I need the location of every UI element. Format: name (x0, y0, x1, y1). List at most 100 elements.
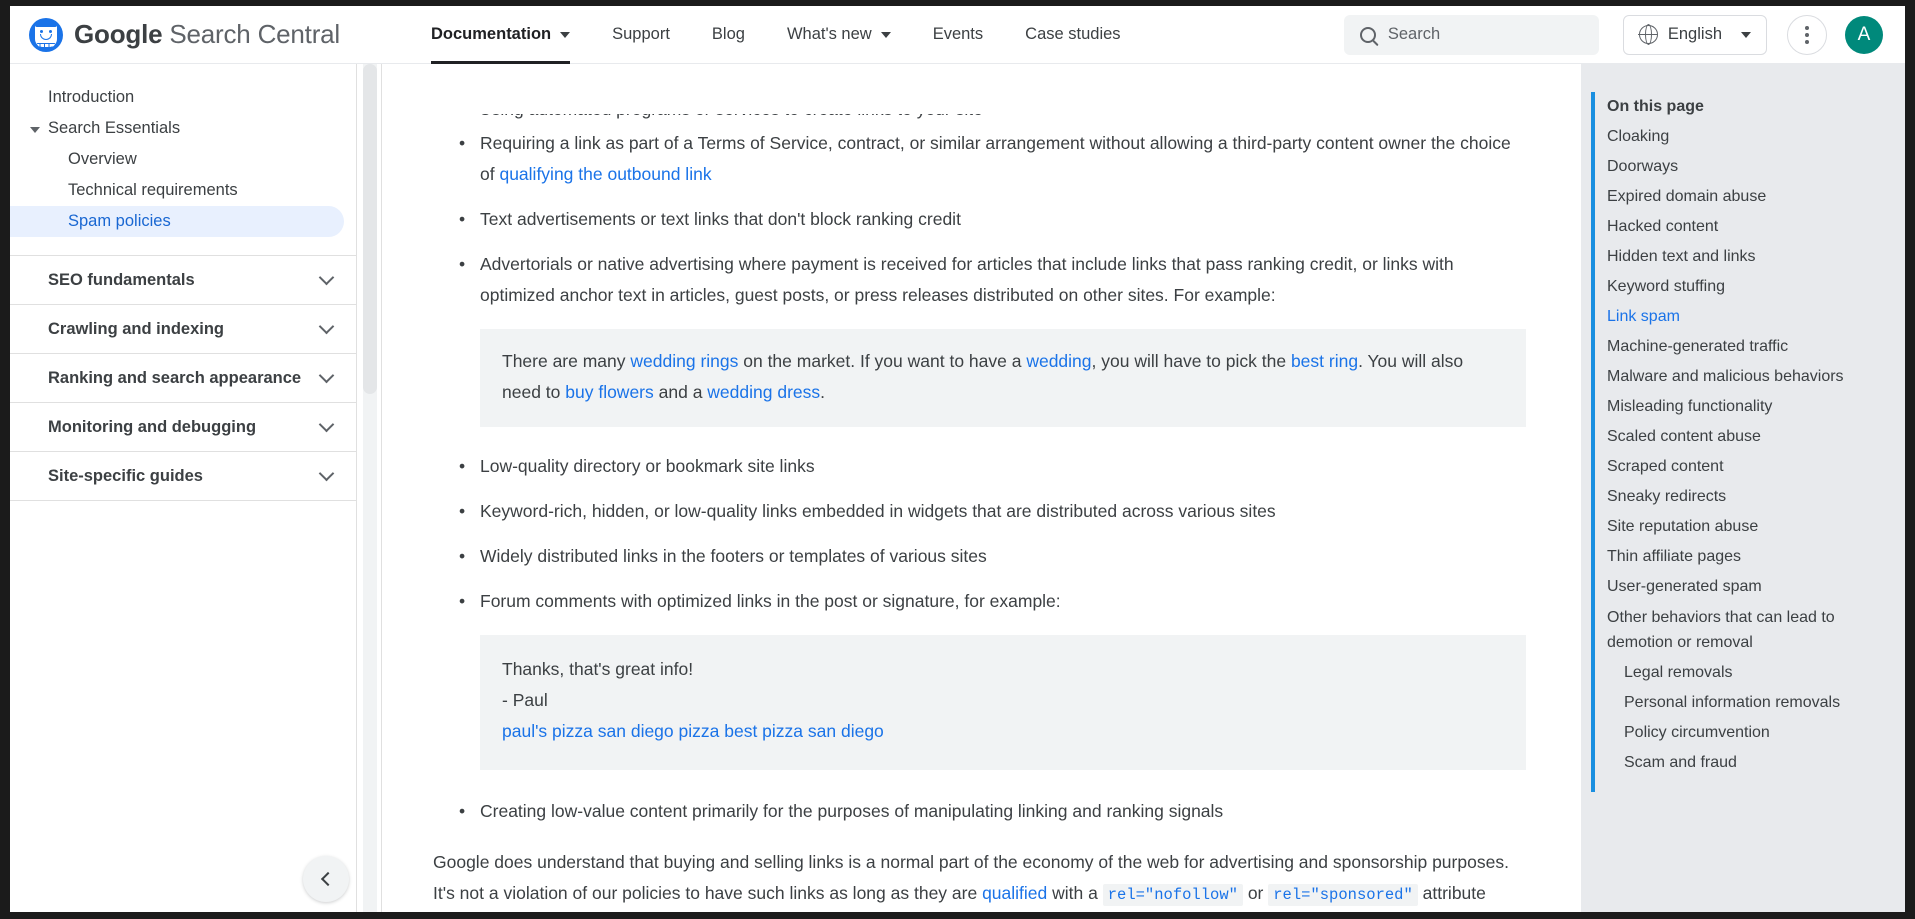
sidebar-group-seo-fundamentals[interactable]: SEO fundamentals (10, 256, 356, 305)
example-link-wedding-rings[interactable]: wedding rings (630, 351, 738, 371)
toc-item-scraped-content[interactable]: Scraped content (1607, 452, 1889, 482)
left-navigation: Introduction Search Essentials Overview … (10, 64, 357, 912)
avatar-initial: A (1858, 24, 1871, 46)
list-item: Low-quality directory or bookmark site l… (433, 451, 1526, 482)
search-input[interactable]: Search (1344, 15, 1599, 55)
language-selector[interactable]: English (1623, 15, 1767, 55)
on-this-page-panel: On this page Cloaking Doorways Expired d… (1581, 64, 1905, 912)
wedding-example-box: There are many wedding rings on the mark… (480, 329, 1526, 427)
toc-item-doorways[interactable]: Doorways (1607, 152, 1889, 182)
closing-paragraph: Google does understand that buying and s… (433, 847, 1526, 912)
toc-item-legal-removals[interactable]: Legal removals (1607, 658, 1889, 688)
list-item: Forum comments with optimized links in t… (433, 586, 1526, 617)
sidebar-item-spam-policies[interactable]: Spam policies (10, 206, 344, 237)
toc-item-personal-information-removals[interactable]: Personal information removals (1607, 688, 1889, 718)
nav-documentation-label: Documentation (431, 25, 551, 44)
nav-blog[interactable]: Blog (691, 6, 766, 64)
chevron-down-icon (319, 466, 335, 482)
caret-down-icon (30, 127, 40, 133)
brand-google: Google (74, 19, 162, 49)
toc-title: On this page (1607, 92, 1889, 122)
toc-item-scaled-content-abuse[interactable]: Scaled content abuse (1607, 422, 1889, 452)
toc-item-malware-and-malicious-behaviors[interactable]: Malware and malicious behaviors (1607, 362, 1889, 392)
bullet-8-text: Creating low-value content primarily for… (480, 801, 1223, 821)
bullet-3-text: Advertorials or native advertising where… (480, 254, 1454, 305)
list-item: Creating low-value content primarily for… (433, 796, 1526, 827)
language-label: English (1668, 25, 1722, 44)
chevron-down-icon (319, 270, 335, 286)
toc-item-other-behaviors[interactable]: Other behaviors that can lead to demotio… (1607, 602, 1889, 658)
toc-item-machine-generated-traffic[interactable]: Machine-generated traffic (1607, 332, 1889, 362)
example-link-wedding-dress[interactable]: wedding dress (707, 382, 820, 402)
toc-item-site-reputation-abuse[interactable]: Site reputation abuse (1607, 512, 1889, 542)
clipped-bullet-text: Using automated programs or services to … (433, 114, 1526, 120)
nav-whats-new[interactable]: What's new (766, 6, 912, 64)
toc-item-link-spam[interactable]: Link spam (1607, 302, 1889, 332)
nav-support[interactable]: Support (591, 6, 691, 64)
toc-item-thin-affiliate-pages[interactable]: Thin affiliate pages (1607, 542, 1889, 572)
nav-case-studies[interactable]: Case studies (1004, 6, 1141, 64)
code-rel-sponsored: rel="sponsored" (1268, 884, 1418, 906)
link-spam-examples-list: Requiring a link as part of a Terms of S… (433, 128, 1526, 827)
example-link-buy-flowers[interactable]: buy flowers (565, 382, 654, 402)
qualifying-outbound-link[interactable]: qualifying the outbound link (499, 164, 711, 184)
nav-blog-label: Blog (712, 25, 745, 44)
code-rel-nofollow: rel="nofollow" (1103, 884, 1243, 906)
brand-logo-link[interactable]: Google Search Central (29, 18, 340, 52)
chevron-down-icon (881, 32, 891, 38)
forum-line-2: - Paul (502, 685, 1504, 716)
search-central-robot-icon (29, 18, 63, 52)
bullet-2-text: Text advertisements or text links that d… (480, 209, 961, 229)
chevron-down-icon (1741, 32, 1751, 38)
more-options-button[interactable] (1787, 15, 1827, 55)
sidebar-item-introduction[interactable]: Introduction (10, 82, 356, 113)
clipped-bullet-row: Using automated programs or services to … (433, 114, 1526, 128)
scrollbar-thumb[interactable] (363, 64, 377, 394)
forum-spam-link[interactable]: paul's pizza san diego pizza best pizza … (502, 721, 884, 741)
toc-item-keyword-stuffing[interactable]: Keyword stuffing (1607, 272, 1889, 302)
list-item: Advertorials or native advertising where… (433, 249, 1526, 311)
article-body: Using automated programs or services to … (383, 64, 1580, 912)
list-item: Requiring a link as part of a Terms of S… (433, 128, 1526, 190)
sidebar-group-site-specific-guides[interactable]: Site-specific guides (10, 452, 356, 501)
collapse-navigation-button[interactable] (303, 856, 349, 902)
toc-item-scam-and-fraud[interactable]: Scam and fraud (1607, 748, 1889, 778)
sidebar-item-technical-requirements[interactable]: Technical requirements (10, 175, 356, 206)
sidebar-item-overview[interactable]: Overview (10, 144, 356, 175)
toc-item-hidden-text-and-links[interactable]: Hidden text and links (1607, 242, 1889, 272)
bullet-6-text: Widely distributed links in the footers … (480, 546, 987, 566)
example-wrapper: Thanks, that's great info! - Paul paul's… (433, 635, 1526, 770)
toc-list: On this page Cloaking Doorways Expired d… (1581, 64, 1905, 778)
list-item: Text advertisements or text links that d… (433, 204, 1526, 235)
qualified-link[interactable]: qualified (982, 883, 1047, 903)
toc-item-cloaking[interactable]: Cloaking (1607, 122, 1889, 152)
chevron-down-icon (319, 368, 335, 384)
nav-events-label: Events (933, 25, 983, 44)
brand-title: Google Search Central (74, 19, 340, 50)
sidebar-group-monitoring-and-debugging[interactable]: Monitoring and debugging (10, 403, 356, 452)
sidebar-group-ranking-and-search-appearance[interactable]: Ranking and search appearance (10, 354, 356, 403)
bullet-4-text: Low-quality directory or bookmark site l… (480, 456, 815, 476)
sidebar-item-search-essentials[interactable]: Search Essentials (10, 113, 356, 144)
avatar[interactable]: A (1845, 16, 1883, 54)
nav-support-label: Support (612, 25, 670, 44)
toc-item-sneaky-redirects[interactable]: Sneaky redirects (1607, 482, 1889, 512)
example-wrapper: There are many wedding rings on the mark… (433, 329, 1526, 427)
chevron-down-icon (560, 32, 570, 38)
toc-item-expired-domain-abuse[interactable]: Expired domain abuse (1607, 182, 1889, 212)
sidebar-group-crawling-and-indexing[interactable]: Crawling and indexing (10, 305, 356, 354)
content-scrollbar[interactable] (358, 64, 382, 912)
nav-tree: Introduction Search Essentials Overview … (10, 64, 356, 256)
example-link-wedding[interactable]: wedding (1026, 351, 1091, 371)
search-placeholder: Search (1388, 25, 1440, 44)
nav-events[interactable]: Events (912, 6, 1004, 64)
example-link-best-ring[interactable]: best ring (1291, 351, 1358, 371)
toc-item-policy-circumvention[interactable]: Policy circumvention (1607, 718, 1889, 748)
site-header: Google Search Central Documentation Supp… (10, 6, 1905, 64)
toc-item-hacked-content[interactable]: Hacked content (1607, 212, 1889, 242)
toc-accent-rail (1591, 92, 1595, 792)
browser-viewport: Google Search Central Documentation Supp… (10, 6, 1905, 912)
nav-documentation[interactable]: Documentation (410, 6, 591, 64)
toc-item-user-generated-spam[interactable]: User-generated spam (1607, 572, 1889, 602)
toc-item-misleading-functionality[interactable]: Misleading functionality (1607, 392, 1889, 422)
